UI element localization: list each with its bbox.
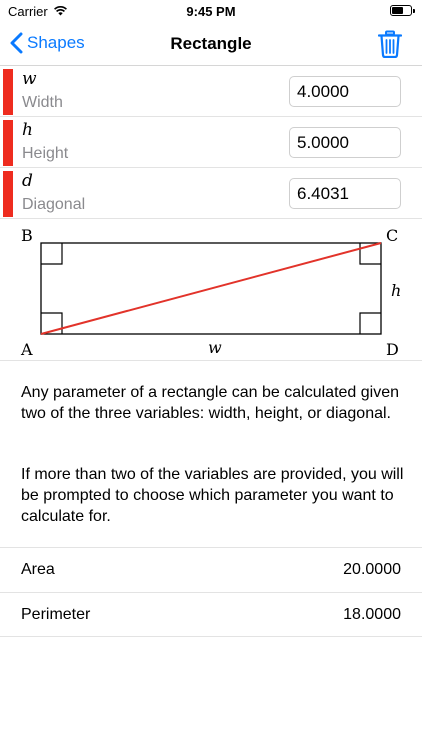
height-row: h Height [0,117,422,168]
status-bar: Carrier 9:45 PM [0,0,422,22]
width-input[interactable] [289,76,401,107]
rectangle-diagram: B C A D w h [0,219,422,361]
height-dimension-label: h [391,281,402,300]
description-paragraph-2: If more than two of the variables are pr… [21,466,404,525]
height-label: Height [22,145,69,162]
status-time: 9:45 PM [186,4,236,19]
vertex-c-label: C [386,226,399,245]
vertex-a-label: A [21,340,33,359]
rectangle-screen: Carrier 9:45 PM Shapes Rectangle w Width… [0,0,422,750]
diagonal-input[interactable] [289,178,401,209]
perimeter-label: Perimeter [21,606,91,623]
delete-button[interactable] [377,30,403,63]
height-input[interactable] [289,127,401,158]
navigation-bar: Shapes Rectangle [0,22,422,66]
height-symbol: h [22,120,33,140]
area-label: Area [21,561,55,578]
page-title: Rectangle [170,34,252,53]
vertex-d-label: D [386,340,399,359]
width-symbol: w [22,69,37,89]
width-dimension-label: w [208,338,222,357]
required-marker [3,69,13,115]
perimeter-result-row: Perimeter 18.0000 [0,592,422,637]
width-row: w Width [0,66,422,117]
width-label: Width [22,94,63,111]
required-marker [3,171,13,217]
perimeter-value: 18.0000 [343,606,401,623]
area-result-row: Area 20.0000 [0,547,422,592]
results-bottom-divider [0,636,422,637]
area-value: 20.0000 [343,561,401,578]
diagonal-symbol: d [22,171,33,191]
battery-level [392,7,403,14]
diagonal-row: d Diagonal [0,168,422,219]
vertex-b-label: B [21,226,33,245]
required-marker [3,120,13,166]
diagonal-line [40,242,382,335]
description-paragraph-1: Any parameter of a rectangle can be calc… [21,384,400,422]
battery-icon [390,5,415,16]
trash-icon [377,30,403,59]
diagonal-label: Diagonal [22,196,86,213]
